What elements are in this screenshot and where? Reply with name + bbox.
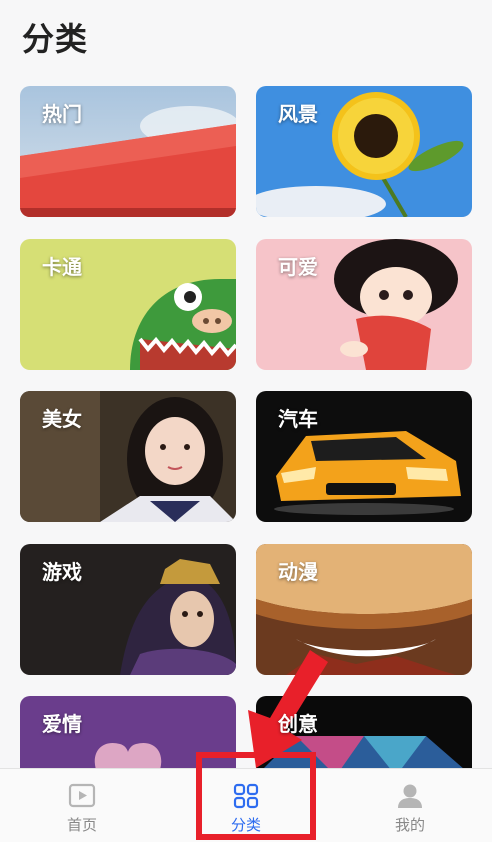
category-label: 游戏 [42,560,82,584]
category-card-car[interactable]: 汽车 [256,391,472,522]
category-card-game[interactable]: 游戏 [20,544,236,675]
tab-label: 首页 [66,816,97,834]
category-card-love[interactable]: 爱情 [20,696,236,768]
category-card-cartoon[interactable]: 卡通 [20,239,236,370]
tab-mine[interactable]: 我的 [328,769,492,842]
tab-category[interactable]: 分类 [164,769,328,842]
category-card-anime[interactable]: 动漫 [256,544,472,675]
category-card-cute[interactable]: 可爱 [256,239,472,370]
category-card-hot[interactable]: 热门 [20,86,236,217]
category-card-scenery[interactable]: 风景 [256,86,472,217]
tab-label: 分类 [230,816,261,834]
tab-label: 我的 [394,816,425,834]
category-label: 热门 [42,102,82,126]
tab-home[interactable]: 首页 [0,769,164,842]
category-label: 汽车 [278,407,318,431]
grid-icon [233,783,259,809]
category-label: 风景 [278,102,318,126]
category-label: 美女 [42,407,82,431]
category-label: 动漫 [278,560,318,584]
category-label: 可爱 [278,255,318,279]
bottom-tab-bar: 首页 分类 我的 [0,768,492,842]
page-title: 分类 [22,20,89,58]
category-label: 爱情 [42,712,82,736]
play-icon [68,783,96,808]
category-grid: 热门 风景 卡通 可爱 美女 汽车 游戏 动漫 爱情 创意 [20,86,472,768]
category-card-beauty[interactable]: 美女 [20,391,236,522]
category-label: 卡通 [42,255,82,279]
person-icon [398,784,422,808]
category-label: 创意 [278,712,318,736]
category-card-creative[interactable]: 创意 [256,696,472,768]
